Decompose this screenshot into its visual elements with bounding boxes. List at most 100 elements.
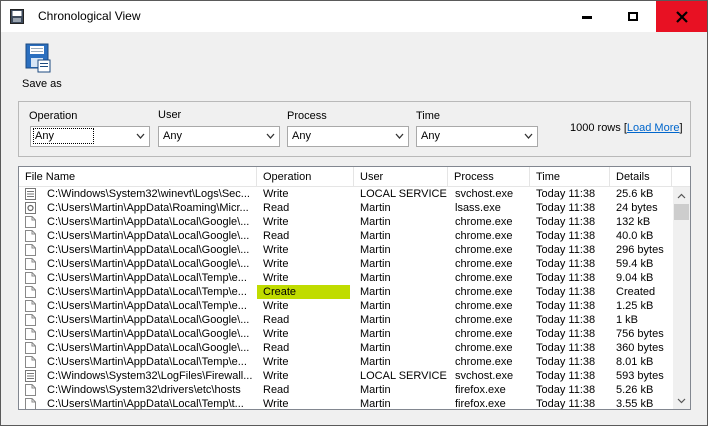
time-filter-select[interactable]: Any xyxy=(416,126,538,147)
operation-cell: Write xyxy=(263,370,289,382)
file-name-cell: C:\Users\Martin\AppData\Local\Google\... xyxy=(47,216,250,228)
operation-cell: Read xyxy=(263,202,290,214)
title-bar[interactable]: Chronological View xyxy=(1,1,707,32)
scroll-down-button[interactable] xyxy=(673,392,690,409)
blank-file-icon xyxy=(25,355,39,369)
column-header-time[interactable]: Time xyxy=(530,167,610,187)
app-icon xyxy=(10,9,24,24)
column-header-operation[interactable]: Operation xyxy=(257,167,354,187)
filter-panel: Operation Any User Any Process Any Time … xyxy=(18,101,691,157)
table-row[interactable]: C:\Windows\System32\winevt\Logs\Sec... Wr… xyxy=(19,187,671,201)
load-more-link[interactable]: Load More xyxy=(627,122,680,134)
table-row[interactable]: C:\Users\Martin\AppData\Local\Google\...… xyxy=(19,341,671,355)
process-cell: firefox.exe xyxy=(455,384,506,396)
details-cell: 756 bytes xyxy=(616,328,664,340)
blank-file-icon xyxy=(25,397,39,409)
chevron-down-icon xyxy=(266,133,275,139)
operation-filter-label: Operation xyxy=(29,110,78,122)
user-cell: Martin xyxy=(360,314,391,326)
process-filter-select[interactable]: Any xyxy=(287,126,409,147)
user-cell: Martin xyxy=(360,230,391,242)
operation-filter-select[interactable]: Any xyxy=(30,126,150,147)
chevron-down-icon xyxy=(677,398,686,403)
file-name-cell: C:\Users\Martin\AppData\Local\Google\... xyxy=(47,342,250,354)
table-row[interactable]: C:\Users\Martin\AppData\Local\Google\...… xyxy=(19,243,671,257)
user-filter-select[interactable]: Any xyxy=(158,126,280,147)
details-cell: 59.4 kB xyxy=(616,258,654,270)
row-count: 1000 rows xyxy=(570,122,621,134)
vertical-scrollbar[interactable] xyxy=(673,187,690,409)
process-filter-label: Process xyxy=(287,110,327,122)
row-count-area: 1000 rows [Load More] xyxy=(570,122,683,134)
save-icon xyxy=(25,43,51,73)
table-row[interactable]: C:\Users\Martin\AppData\Local\Google\...… xyxy=(19,229,671,243)
app-window: Chronological View Save as Operation Any… xyxy=(0,0,708,426)
time-cell: Today 11:38 xyxy=(536,258,596,270)
blank-file-icon xyxy=(25,271,39,285)
details-cell: 24 bytes xyxy=(616,202,658,214)
time-cell: Today 11:38 xyxy=(536,398,596,410)
user-cell: Martin xyxy=(360,398,391,410)
operation-cell: Read xyxy=(263,342,290,354)
minimize-button[interactable] xyxy=(564,1,610,32)
user-cell: Martin xyxy=(360,216,391,228)
table-row[interactable]: C:\Users\Martin\AppData\Local\Temp\t... W… xyxy=(19,397,671,410)
column-header-process[interactable]: Process xyxy=(448,167,530,187)
details-cell: 1.25 kB xyxy=(616,300,654,312)
file-name-cell: C:\Windows\System32\LogFiles\Firewall... xyxy=(47,370,253,382)
time-cell: Today 11:38 xyxy=(536,216,596,228)
table-row[interactable]: C:\Users\Martin\AppData\Local\Google\...… xyxy=(19,313,671,327)
blank-file-icon xyxy=(25,229,39,243)
list-body: C:\Windows\System32\winevt\Logs\Sec... Wr… xyxy=(19,187,671,410)
save-as-label: Save as xyxy=(22,78,62,90)
column-header-user[interactable]: User xyxy=(354,167,448,187)
column-header-details[interactable]: Details xyxy=(610,167,672,187)
file-name-cell: C:\Users\Martin\AppData\Local\Google\... xyxy=(47,230,250,242)
time-cell: Today 11:38 xyxy=(536,272,596,284)
maximize-button[interactable] xyxy=(610,1,656,32)
user-cell: Martin xyxy=(360,244,391,256)
details-cell: 8.01 kB xyxy=(616,356,654,368)
gear-file-icon xyxy=(25,201,39,215)
user-filter-label: User xyxy=(158,109,182,121)
time-cell: Today 11:38 xyxy=(536,244,596,256)
file-activity-list[interactable]: File Name Operation User Process Time De… xyxy=(18,166,691,410)
file-name-cell: C:\Users\Martin\AppData\Local\Temp\t... xyxy=(47,398,244,410)
scroll-up-button[interactable] xyxy=(673,187,690,204)
process-filter-value: Any xyxy=(292,130,311,142)
blank-file-icon xyxy=(25,327,39,341)
table-row[interactable]: C:\Users\Martin\AppData\Local\Google\...… xyxy=(19,257,671,271)
details-cell: 9.04 kB xyxy=(616,272,654,284)
user-cell: Martin xyxy=(360,258,391,270)
column-header-file-name[interactable]: File Name xyxy=(19,167,257,187)
table-row[interactable]: C:\Users\Martin\AppData\Local\Google\...… xyxy=(19,327,671,341)
user-cell: Martin xyxy=(360,202,391,214)
table-row[interactable]: C:\Users\Martin\AppData\Roaming\Micr... R… xyxy=(19,201,671,215)
process-cell: chrome.exe xyxy=(455,314,513,326)
operation-cell: Write xyxy=(263,188,289,200)
user-cell: Martin xyxy=(360,286,391,298)
process-cell: chrome.exe xyxy=(455,272,513,284)
process-cell: chrome.exe xyxy=(455,300,513,312)
file-name-cell: C:\Users\Martin\AppData\Local\Google\... xyxy=(47,258,250,270)
process-cell: chrome.exe xyxy=(455,244,513,256)
blank-file-icon xyxy=(25,257,39,271)
table-row[interactable]: C:\Users\Martin\AppData\Local\Google\...… xyxy=(19,215,671,229)
table-row[interactable]: C:\Users\Martin\AppData\Local\Temp\e... C… xyxy=(19,285,671,299)
table-row[interactable]: C:\Windows\System32\drivers\etc\hosts Rea… xyxy=(19,383,671,397)
save-as-button[interactable]: Save as xyxy=(13,40,62,92)
scroll-thumb[interactable] xyxy=(674,204,689,220)
details-cell: 360 bytes xyxy=(616,342,664,354)
blank-file-icon xyxy=(25,299,39,313)
file-name-cell: C:\Users\Martin\AppData\Roaming\Micr... xyxy=(47,202,249,214)
user-cell: Martin xyxy=(360,356,391,368)
table-row[interactable]: C:\Users\Martin\AppData\Local\Temp\e... W… xyxy=(19,299,671,313)
table-row[interactable]: C:\Users\Martin\AppData\Local\Temp\e... W… xyxy=(19,355,671,369)
details-cell: Created xyxy=(616,286,656,298)
maximize-icon xyxy=(628,12,638,21)
table-row[interactable]: C:\Users\Martin\AppData\Local\Temp\e... W… xyxy=(19,271,671,285)
chevron-down-icon xyxy=(395,133,404,139)
table-row[interactable]: C:\Windows\System32\LogFiles\Firewall...… xyxy=(19,369,671,383)
user-filter-value: Any xyxy=(163,130,182,142)
close-button[interactable] xyxy=(656,1,707,32)
